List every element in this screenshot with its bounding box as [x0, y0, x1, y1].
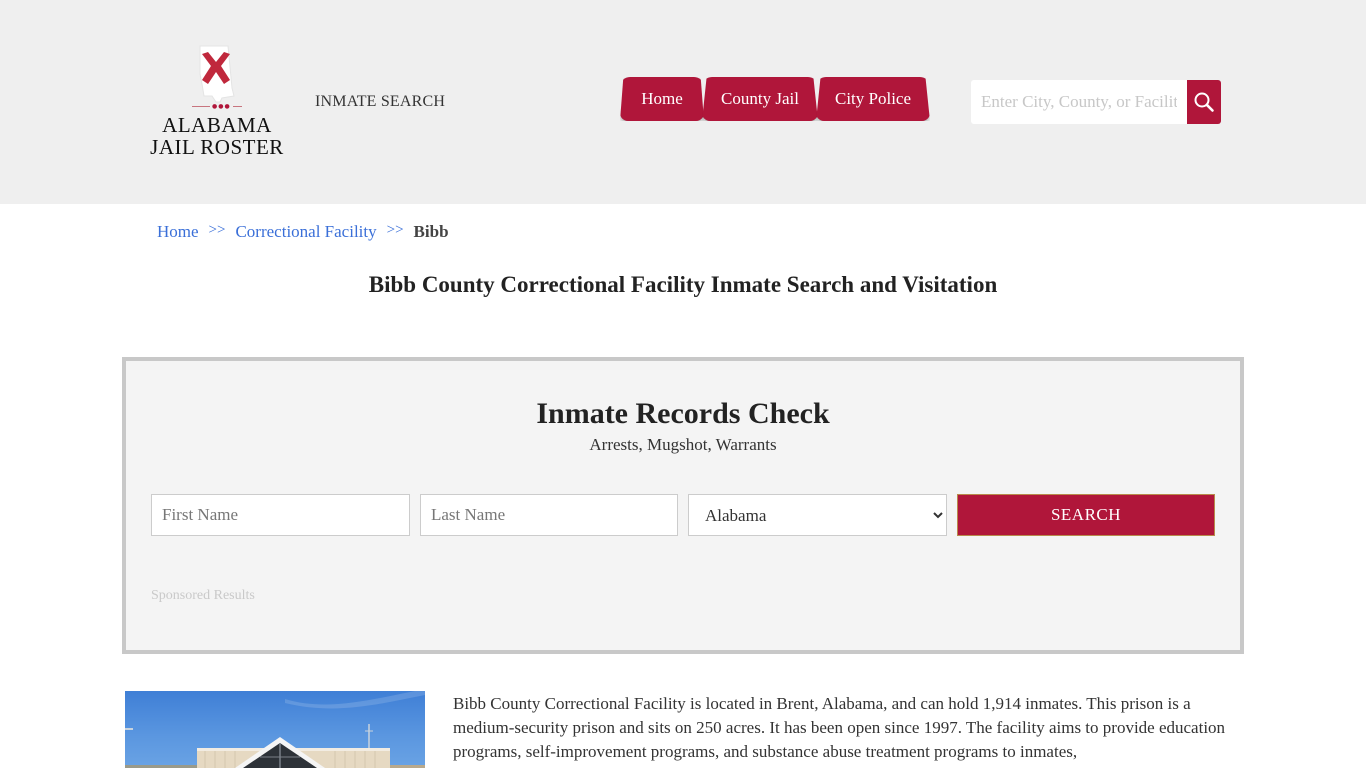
logo-text: ALABAMA JAIL ROSTER [150, 114, 284, 158]
sponsored-results-label: Sponsored Results [151, 588, 255, 603]
logo-line-1: ALABAMA [162, 113, 272, 137]
site-logo[interactable]: ●●● ALABAMA JAIL ROSTER [150, 44, 284, 160]
records-search-button[interactable]: SEARCH [957, 494, 1215, 536]
breadcrumb-home[interactable]: Home [157, 222, 199, 242]
alabama-state-flag-icon [199, 45, 235, 103]
state-select[interactable]: Alabama [688, 494, 947, 536]
site-label: INMATE SEARCH [315, 93, 446, 110]
logo-line-2: JAIL ROSTER [150, 135, 284, 159]
location-search-input[interactable] [971, 80, 1187, 124]
logo-dots: ●●● [210, 103, 233, 110]
header-search-button[interactable] [1187, 80, 1221, 124]
search-icon [1194, 92, 1214, 112]
main-nav: Home County Jail City Police [620, 77, 930, 121]
breadcrumb-separator: >> [386, 222, 404, 238]
nav-tab-city-police[interactable]: City Police [816, 77, 930, 121]
breadcrumb-correctional-facility[interactable]: Correctional Facility [235, 222, 376, 242]
first-name-input[interactable] [151, 494, 410, 536]
header-search [971, 80, 1221, 124]
records-title: Inmate Records Check [536, 397, 830, 430]
breadcrumb-current: Bibb [413, 222, 449, 241]
facility-building-image [125, 691, 425, 768]
nav-tab-home[interactable]: Home [620, 77, 704, 121]
facility-photo [125, 691, 425, 768]
page-title: Bibb County Correctional Facility Inmate… [368, 272, 998, 297]
records-subtitle: Arrests, Mugshot, Warrants [589, 435, 777, 454]
facility-description: Bibb County Correctional Facility is loc… [453, 694, 1226, 761]
breadcrumb: Home >> Correctional Facility >> Bibb [157, 222, 449, 242]
last-name-input[interactable] [420, 494, 678, 536]
breadcrumb-separator: >> [208, 222, 226, 238]
site-header: ●●● ALABAMA JAIL ROSTER INMATE SEARCH Ho… [0, 0, 1366, 204]
nav-tab-county-jail[interactable]: County Jail [702, 77, 818, 121]
inmate-records-check-panel: Inmate Records Check Arrests, Mugshot, W… [122, 357, 1244, 654]
